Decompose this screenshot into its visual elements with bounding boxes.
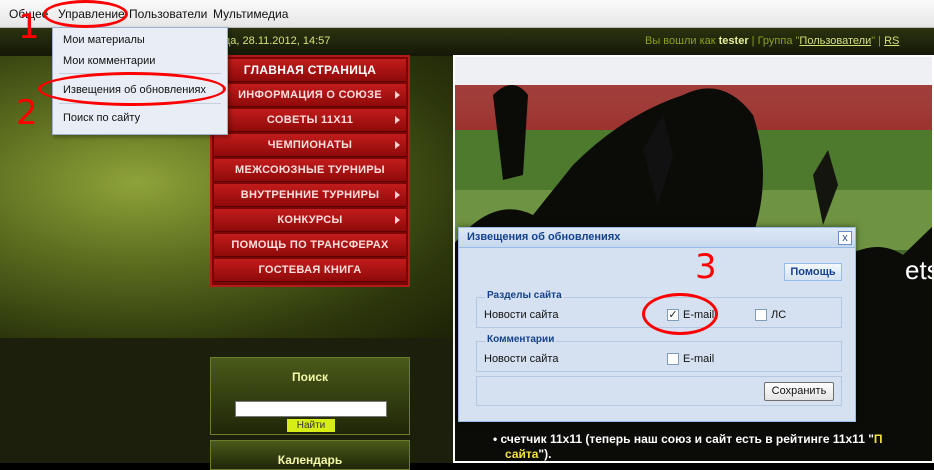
help-button[interactable]: Помощь bbox=[784, 263, 842, 281]
news-snippet-link[interactable]: сайта bbox=[505, 447, 538, 461]
dialog-title: Извещения об обновлениях bbox=[467, 231, 621, 243]
dropdown-divider bbox=[59, 103, 221, 104]
pm-option-label: ЛС bbox=[771, 309, 787, 321]
close-icon[interactable]: x bbox=[838, 231, 852, 245]
management-dropdown: Мои материалы Мои комментарии Извещения … bbox=[52, 27, 228, 135]
news-snippet-line2: сайта"). bbox=[505, 447, 551, 461]
dropdown-item-my-comments[interactable]: Мои комментарии bbox=[63, 55, 155, 67]
menu-item-label: ЧЕМПИОНАТЫ bbox=[267, 139, 353, 151]
email-option-label: E-mail bbox=[683, 309, 715, 321]
menu-item-label: СОВЕТЫ 11Х11 bbox=[266, 114, 354, 126]
section-site-legend: Разделы сайта bbox=[485, 290, 564, 301]
calendar-title: Календарь bbox=[277, 453, 343, 467]
calendar-block: Календарь bbox=[210, 440, 410, 470]
comments-news-label: Новости сайта bbox=[484, 353, 559, 365]
news-snippet-text: "). bbox=[538, 447, 552, 461]
email-option-label: E-mail bbox=[683, 353, 715, 365]
photo-overlay-text: etsk bbox=[905, 255, 934, 285]
menu-item-championships[interactable]: ЧЕМПИОНАТЫ bbox=[214, 134, 406, 157]
logged-in-label: Вы вошли как bbox=[645, 35, 716, 47]
tab-multimedia[interactable]: Мультимедиа bbox=[213, 7, 288, 21]
site-news-label: Новости сайта bbox=[484, 309, 559, 321]
group-suffix: " | bbox=[871, 35, 882, 47]
submenu-arrow-icon bbox=[395, 91, 400, 99]
menu-item-label: МЕЖСОЮЗНЫЕ ТУРНИРЫ bbox=[235, 164, 385, 176]
menu-item-transfers[interactable]: ПОМОЩЬ ПО ТРАНСФЕРАХ bbox=[214, 234, 406, 257]
submenu-arrow-icon bbox=[395, 141, 400, 149]
menu-item-tips[interactable]: СОВЕТЫ 11Х11 bbox=[214, 109, 406, 132]
rss-link[interactable]: RS bbox=[884, 35, 899, 47]
submenu-arrow-icon bbox=[395, 191, 400, 199]
dropdown-item-site-search[interactable]: Поиск по сайту bbox=[63, 112, 140, 124]
search-input[interactable] bbox=[235, 401, 387, 417]
menu-item-interunion[interactable]: МЕЖСОЮЗНЫЕ ТУРНИРЫ bbox=[214, 159, 406, 182]
username: tester bbox=[718, 35, 749, 47]
dropdown-item-my-materials[interactable]: Мои материалы bbox=[63, 34, 145, 46]
menu-item-label: ВНУТРЕННИЕ ТУРНИРЫ bbox=[240, 189, 380, 201]
pm-checkbox-site[interactable] bbox=[755, 309, 767, 321]
admin-topbar: Общее Управление Пользователи Мультимеди… bbox=[0, 0, 934, 28]
menu-item-home[interactable]: ГЛАВНАЯ СТРАНИЦА bbox=[214, 59, 406, 82]
section-comments-legend: Комментарии bbox=[485, 334, 557, 345]
tab-general[interactable]: Общее bbox=[9, 7, 48, 21]
menu-item-guestbook[interactable]: ГОСТЕВАЯ КНИГА bbox=[214, 259, 406, 282]
save-button[interactable]: Сохранить bbox=[764, 382, 834, 401]
group-link[interactable]: Пользователи bbox=[799, 35, 871, 47]
menu-item-internal[interactable]: ВНУТРЕННИЕ ТУРНИРЫ bbox=[214, 184, 406, 207]
menu-item-label: ГЛАВНАЯ СТРАНИЦА bbox=[243, 63, 377, 77]
update-notifications-dialog: Извещения об обновлениях x Помощь Раздел… bbox=[458, 227, 856, 422]
submenu-arrow-icon bbox=[395, 216, 400, 224]
main-menu: ГЛАВНАЯ СТРАНИЦА ИНФОРМАЦИЯ О СОЮЗЕ СОВЕ… bbox=[210, 55, 410, 287]
menu-item-contests[interactable]: КОНКУРСЫ bbox=[214, 209, 406, 232]
menu-item-label: КОНКУРСЫ bbox=[277, 214, 343, 226]
bullet-icon: • bbox=[493, 432, 501, 446]
news-snippet-link[interactable]: П bbox=[874, 432, 883, 446]
news-snippet-line1: • счетчик 11x11 (теперь наш союз и сайт … bbox=[493, 432, 883, 446]
email-checkbox-site[interactable]: ✓ bbox=[667, 309, 679, 321]
submenu-arrow-icon bbox=[395, 116, 400, 124]
menu-item-label: ПОМОЩЬ ПО ТРАНСФЕРАХ bbox=[231, 239, 389, 251]
menu-item-union-info[interactable]: ИНФОРМАЦИЯ О СОЮЗЕ bbox=[214, 84, 406, 107]
status-user-info: Вы вошли как tester | Группа "Пользовате… bbox=[645, 35, 899, 47]
dropdown-item-update-notifications[interactable]: Извещения об обновлениях bbox=[63, 84, 206, 96]
menu-item-label: ИНФОРМАЦИЯ О СОЮЗЕ bbox=[238, 89, 382, 101]
dropdown-divider bbox=[59, 73, 221, 74]
status-date: еда, 28.11.2012, 14:57 bbox=[218, 35, 331, 47]
search-block: Поиск Найти bbox=[210, 357, 410, 435]
news-snippet-text: счетчик 11x11 (теперь наш союз и сайт ес… bbox=[500, 432, 874, 446]
tab-users[interactable]: Пользователи bbox=[129, 7, 207, 21]
email-checkbox-comments[interactable] bbox=[667, 353, 679, 365]
search-title: Поиск bbox=[291, 370, 328, 384]
menu-item-label: ГОСТЕВАЯ КНИГА bbox=[258, 264, 362, 276]
dialog-header[interactable]: Извещения об обновлениях x bbox=[459, 228, 855, 248]
search-button[interactable]: Найти bbox=[287, 419, 335, 432]
tab-management[interactable]: Управление bbox=[58, 7, 125, 21]
group-prefix: | Группа " bbox=[751, 35, 800, 47]
